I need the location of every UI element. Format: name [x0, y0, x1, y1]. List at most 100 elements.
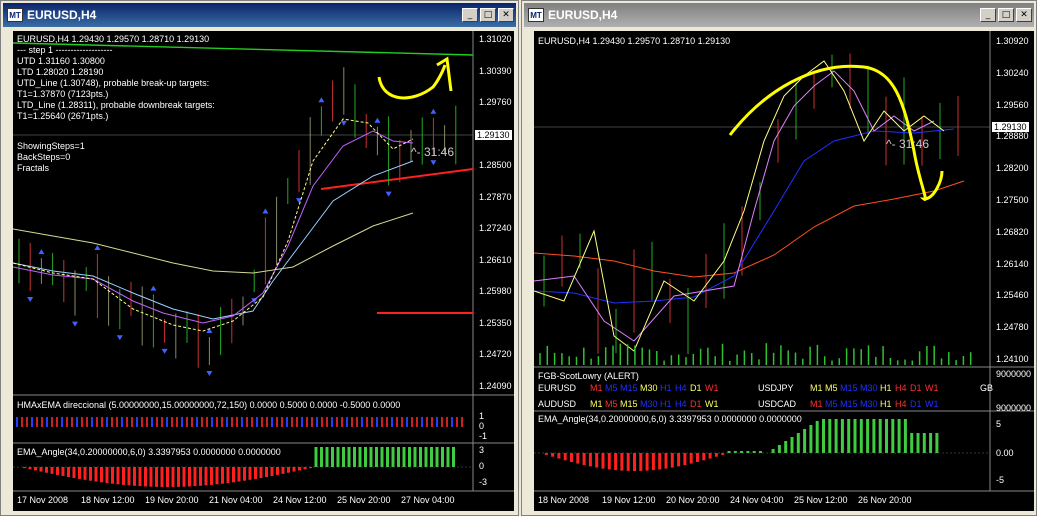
info-line: LTD 1.28020 1.28190: [17, 67, 104, 77]
info-line: ShowingSteps=1: [17, 141, 85, 151]
titlebar[interactable]: MT EURUSD,H4 _ □ ✕: [3, 3, 516, 27]
price-label: 1.26140: [996, 258, 1029, 269]
ticker-pair: AUDUSD: [538, 399, 577, 409]
ticker-timeframe: M30: [640, 399, 658, 409]
ticker-timeframe: W1: [925, 383, 939, 393]
fractal-up-icon: [150, 285, 157, 291]
ticker-timeframe: M30: [640, 383, 658, 393]
date-label: 24 Nov 04:00: [730, 495, 784, 505]
sub2-label: 5: [996, 419, 1002, 429]
maximize-button[interactable]: □: [480, 8, 496, 22]
ema-angle-bars: [544, 419, 939, 471]
price-chart[interactable]: EURUSD,H4 1.29430 1.29570 1.28710 1.2913…: [13, 31, 514, 511]
price-label: 1.29560: [996, 99, 1029, 110]
ticker-pair: USDJPY: [758, 383, 794, 393]
ma-fast: [13, 130, 414, 324]
sub1-title: FGB-ScotLowry (ALERT): [538, 371, 639, 381]
ma-fast: [534, 70, 935, 342]
sub2-title: EMA_Angle(34,0.20000000,6,0) 3.3397953 0…: [538, 414, 802, 424]
ticker-timeframe: W1: [925, 399, 939, 409]
fractal-down-icon: [385, 191, 392, 197]
info-line: LTD_Line (1.28311), probable downbreak t…: [17, 100, 215, 110]
fractal-down-icon: [27, 297, 34, 303]
maximize-button[interactable]: □: [998, 8, 1014, 22]
ticker-timeframe: M15: [620, 399, 638, 409]
date-label: 19 Nov 20:00: [145, 495, 199, 505]
chart-window-right[interactable]: MT EURUSD,H4 _ □ ✕ EURUSD,H4 1.29430 1.2…: [521, 0, 1037, 516]
ticker-timeframe: D1: [690, 383, 702, 393]
annotation-arrow: [436, 56, 453, 92]
date-label: 27 Nov 04:00: [401, 495, 455, 505]
countdown: ^- 31:46: [886, 137, 929, 151]
ticker-timeframe: M15: [840, 399, 858, 409]
ticker-pair: GB: [980, 383, 994, 393]
fractal-up-icon: [262, 208, 269, 214]
current-price-box: 1.29130: [992, 122, 1029, 132]
ticker-timeframe: M15: [840, 383, 858, 393]
ticker-timeframe: H4: [675, 399, 687, 409]
ticker-timeframe: H1: [880, 383, 892, 393]
ticker-timeframe: W1: [705, 383, 719, 393]
price-label: 1.28880: [996, 131, 1029, 142]
sub2-label: 3: [479, 445, 485, 455]
ma-slow: [13, 212, 414, 274]
countdown-value: 31:46: [423, 145, 454, 159]
countdown-value: 31:46: [898, 137, 929, 151]
ticker-timeframe: W1: [705, 399, 719, 409]
price-label: 1.28200: [996, 163, 1029, 174]
annotation-arc: [728, 64, 944, 201]
ticker-timeframe: D1: [910, 399, 922, 409]
fractal-down-icon: [116, 335, 123, 341]
sub2-label: -3: [479, 477, 488, 487]
price-label: 1.31020: [479, 34, 512, 44]
sub2-label: 0: [479, 461, 485, 471]
sub1-label: -1: [479, 431, 488, 441]
annotation-curve: [377, 64, 447, 100]
ticker-timeframe: M15: [620, 383, 638, 393]
ticker-timeframe: M5: [825, 399, 838, 409]
sub2-label: 0.00: [996, 448, 1014, 458]
sub1-label: 9000000: [996, 369, 1032, 379]
minimize-button[interactable]: _: [462, 8, 478, 22]
price-label: 1.29760: [479, 97, 512, 107]
ticker-pair: EURUSD: [538, 383, 577, 393]
info-line: Fractals: [17, 163, 50, 173]
ticker-timeframe: M5: [605, 383, 618, 393]
fractal-up-icon: [318, 97, 325, 103]
date-label: 21 Nov 04:00: [209, 495, 263, 505]
ltd-line: [320, 168, 474, 190]
sub1-label: 0: [479, 421, 485, 431]
ticker-timeframe: M30: [860, 399, 878, 409]
close-button[interactable]: ✕: [1016, 8, 1032, 22]
titlebar[interactable]: MT EURUSD,H4 _ □ ✕: [524, 3, 1034, 27]
info-line: UTD_Line (1.30748), probable break-up ta…: [17, 78, 210, 88]
ticker-timeframe: M5: [825, 383, 838, 393]
price-label: 1.24720: [479, 349, 512, 359]
price-chart[interactable]: EURUSD,H4 1.29430 1.29570 1.28710 1.2913…: [534, 31, 1034, 511]
candle-bars: [543, 53, 959, 355]
ticker-timeframe: H4: [895, 399, 907, 409]
fractal-down-icon: [72, 321, 78, 327]
ticker-timeframe: H4: [675, 383, 687, 393]
countdown: ^- 31:46: [411, 145, 454, 159]
fractal-up-icon: [430, 108, 437, 114]
close-button[interactable]: ✕: [498, 8, 514, 22]
date-label: 18 Nov 2008: [538, 495, 590, 505]
ticker-timeframe: M1: [810, 399, 823, 409]
ticker-timeframe: D1: [910, 383, 922, 393]
sub1-label: 9000000: [996, 403, 1032, 413]
hma-bars: [16, 417, 463, 427]
price-label: 1.28500: [479, 160, 512, 170]
minimize-button[interactable]: _: [980, 8, 996, 22]
sub2-title: EMA_Angle(34,0.20000000,6,0) 3.3397953 0…: [17, 447, 281, 457]
price-label: 1.24780: [996, 322, 1029, 333]
fractal-down-icon: [161, 348, 168, 354]
date-label: 17 Nov 2008: [17, 495, 69, 505]
ticker-timeframe: H4: [895, 383, 907, 393]
price-label: 1.27240: [479, 223, 512, 233]
date-label: 24 Nov 12:00: [273, 495, 327, 505]
ticker-timeframe: M1: [810, 383, 823, 393]
date-label: 20 Nov 20:00: [666, 495, 720, 505]
chart-window-left[interactable]: MT EURUSD,H4 _ □ ✕ EURUSD,H4 1.29430 1.2…: [0, 0, 519, 516]
current-price-box: 1.29130: [475, 130, 512, 140]
